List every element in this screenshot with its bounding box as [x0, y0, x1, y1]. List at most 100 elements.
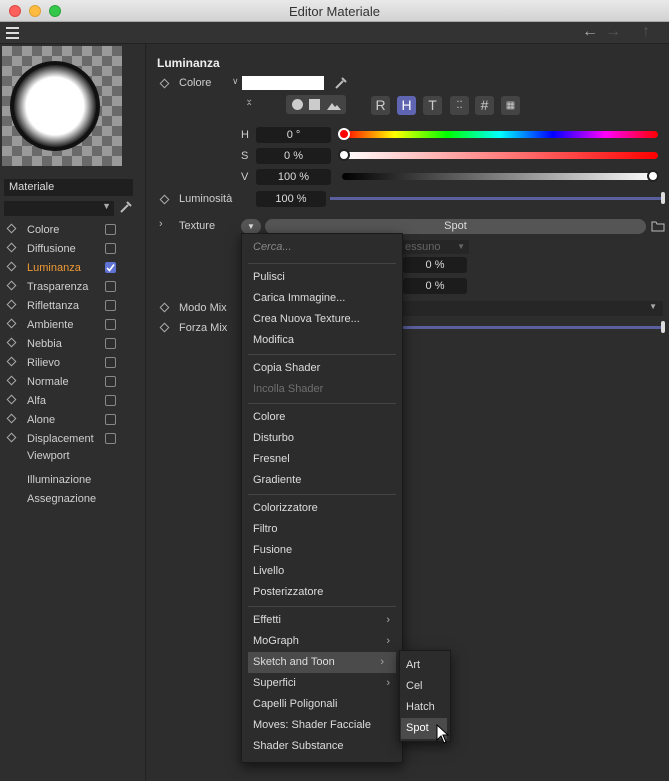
chevron-right-icon[interactable]: › — [159, 218, 163, 230]
submenu-item-hatch[interactable]: Hatch — [400, 697, 450, 718]
sidebar-item-ambiente[interactable]: Ambiente — [0, 316, 146, 335]
keyframe-diamond-icon[interactable] — [6, 375, 17, 386]
keyframe-diamond-icon[interactable] — [6, 356, 17, 367]
menu-item-disturbo[interactable]: Disturbo — [242, 428, 402, 449]
forward-arrow-icon[interactable]: → — [605, 23, 621, 41]
rgb-mode-button[interactable]: R — [371, 96, 390, 115]
hue-knob[interactable] — [338, 128, 350, 140]
menu-item-colorizzatore[interactable]: Colorizzatore — [242, 498, 402, 519]
menu-item-modifica[interactable]: Modifica — [242, 330, 402, 351]
keyframe-diamond-icon[interactable] — [6, 261, 17, 272]
hue-slider[interactable] — [342, 131, 658, 138]
eyedropper-icon[interactable] — [333, 75, 349, 91]
menu-item-fusione[interactable]: Fusione — [242, 540, 402, 561]
menu-item-crea-nuova-texture[interactable]: Crea Nuova Texture... — [242, 309, 402, 330]
texture-menu-button[interactable]: ▼ — [241, 219, 261, 234]
sidebar-item-colore[interactable]: Colore — [0, 221, 146, 240]
channel-checkbox[interactable] — [105, 224, 116, 235]
menu-item-sketch-and-toon[interactable]: Sketch and Toon › — [248, 652, 396, 673]
channel-checkbox[interactable] — [105, 338, 116, 349]
texture-shader-field[interactable]: Spot — [265, 219, 646, 234]
keyframe-diamond-icon[interactable] — [6, 413, 17, 424]
keyframe-diamond-icon[interactable] — [6, 280, 17, 291]
menu-item-effetti[interactable]: Effetti › — [242, 610, 402, 631]
sampling-dropdown[interactable]: essuno ▼ — [403, 240, 469, 254]
value-knob[interactable] — [647, 170, 659, 182]
channel-checkbox[interactable] — [105, 395, 116, 406]
menu-item-colore[interactable]: Colore — [242, 407, 402, 428]
menu-item-posterizzatore[interactable]: Posterizzatore — [242, 582, 402, 603]
sidebar-item-normale[interactable]: Normale — [0, 373, 146, 392]
menu-item-fresnel[interactable]: Fresnel — [242, 449, 402, 470]
value-field[interactable]: 100 % — [256, 169, 331, 185]
illuminazione-item[interactable]: Illuminazione — [27, 474, 91, 486]
menu-item-pulisci[interactable]: Pulisci — [242, 267, 402, 288]
material-name-field[interactable]: Materiale — [4, 179, 133, 196]
channel-checkbox[interactable] — [105, 319, 116, 330]
keyframe-diamond-icon[interactable] — [6, 337, 17, 348]
menu-item-livello[interactable]: Livello — [242, 561, 402, 582]
submenu-item-art[interactable]: Art — [400, 655, 450, 676]
sidebar-item-alone[interactable]: Alone — [0, 411, 146, 430]
keyframe-diamond-icon[interactable] — [159, 322, 170, 333]
image-icon[interactable] — [326, 98, 342, 114]
channel-checkbox[interactable] — [105, 357, 116, 368]
chevron-down-icon[interactable]: ∨ — [232, 76, 239, 87]
sidebar-item-nebbia[interactable]: Nebbia — [0, 335, 146, 354]
channel-checkbox[interactable] — [105, 281, 116, 292]
keyframe-diamond-icon[interactable] — [159, 194, 170, 205]
hsv-mode-button[interactable]: H — [397, 96, 416, 115]
keyframe-diamond-icon[interactable] — [6, 394, 17, 405]
menu-item-incolla-shader[interactable]: Incolla Shader — [242, 379, 402, 400]
menu-item-superfici[interactable]: Superfici › — [242, 673, 402, 694]
keyframe-diamond-icon[interactable] — [6, 318, 17, 329]
keyframe-diamond-icon[interactable] — [159, 302, 170, 313]
color-swatch[interactable] — [242, 76, 324, 90]
sidebar-item-diffusione[interactable]: Diffusione — [0, 240, 146, 259]
hash-icon[interactable]: # — [475, 96, 494, 115]
up-arrow-icon[interactable]: ↑ — [642, 23, 650, 41]
keyframe-diamond-icon[interactable] — [6, 242, 17, 253]
channel-checkbox[interactable] — [105, 376, 116, 387]
menu-item-capelli-poligonali[interactable]: Capelli Poligonali — [242, 694, 402, 715]
channel-checkbox[interactable] — [105, 243, 116, 254]
luminosita-knob[interactable] — [661, 192, 665, 204]
value-slider[interactable] — [342, 173, 658, 180]
sidebar-item-rilievo[interactable]: Rilievo — [0, 354, 146, 373]
material-preview[interactable] — [2, 46, 122, 166]
color-wheel-icon[interactable] — [292, 99, 303, 110]
blur-offset-field[interactable]: 0 % — [403, 257, 467, 273]
menu-search-input[interactable]: Cerca... — [253, 241, 292, 253]
mixer-icon[interactable]: ⁚⁚ — [450, 96, 469, 115]
sidebar-item-alfa[interactable]: Alfa — [0, 392, 146, 411]
folder-icon[interactable] — [651, 220, 665, 235]
menu-item-shader-substance[interactable]: Shader Substance — [242, 736, 402, 757]
mix-mode-dropdown[interactable]: ▼ — [403, 301, 663, 316]
temperature-mode-button[interactable]: T — [423, 96, 442, 115]
viewport-item[interactable]: Viewport — [27, 450, 70, 462]
menu-item-copia-shader[interactable]: Copia Shader — [242, 358, 402, 379]
menu-item-gradiente[interactable]: Gradiente — [242, 470, 402, 491]
keyframe-diamond-icon[interactable] — [159, 78, 170, 89]
keyframe-diamond-icon[interactable] — [6, 299, 17, 310]
back-arrow-icon[interactable]: ← — [582, 23, 598, 41]
swatches-icon[interactable]: ▦ — [501, 96, 520, 115]
submenu-item-cel[interactable]: Cel — [400, 676, 450, 697]
color-mode-tabs[interactable] — [286, 95, 346, 114]
channel-checkbox[interactable] — [105, 433, 116, 444]
sidebar-item-luminanza[interactable]: Luminanza — [0, 259, 146, 278]
collapse-icon[interactable]: ⌄ ⌃ — [245, 95, 253, 113]
saturation-slider[interactable] — [342, 152, 658, 159]
eyedropper-icon[interactable] — [118, 199, 134, 215]
sidebar-item-riflettanza[interactable]: Riflettanza — [0, 297, 146, 316]
luminosita-field[interactable]: 100 % — [256, 191, 326, 207]
keyframe-diamond-icon[interactable] — [6, 432, 17, 443]
sidebar-item-trasparenza[interactable]: Trasparenza — [0, 278, 146, 297]
assegnazione-item[interactable]: Assegnazione — [27, 493, 96, 505]
luminosita-slider[interactable] — [330, 197, 664, 200]
menu-item-mograph[interactable]: MoGraph › — [242, 631, 402, 652]
mix-strength-slider[interactable] — [403, 326, 661, 329]
hue-field[interactable]: 0 ° — [256, 127, 331, 143]
channel-checkbox[interactable] — [105, 262, 116, 273]
sidebar-item-displacement[interactable]: Displacement — [0, 430, 146, 449]
